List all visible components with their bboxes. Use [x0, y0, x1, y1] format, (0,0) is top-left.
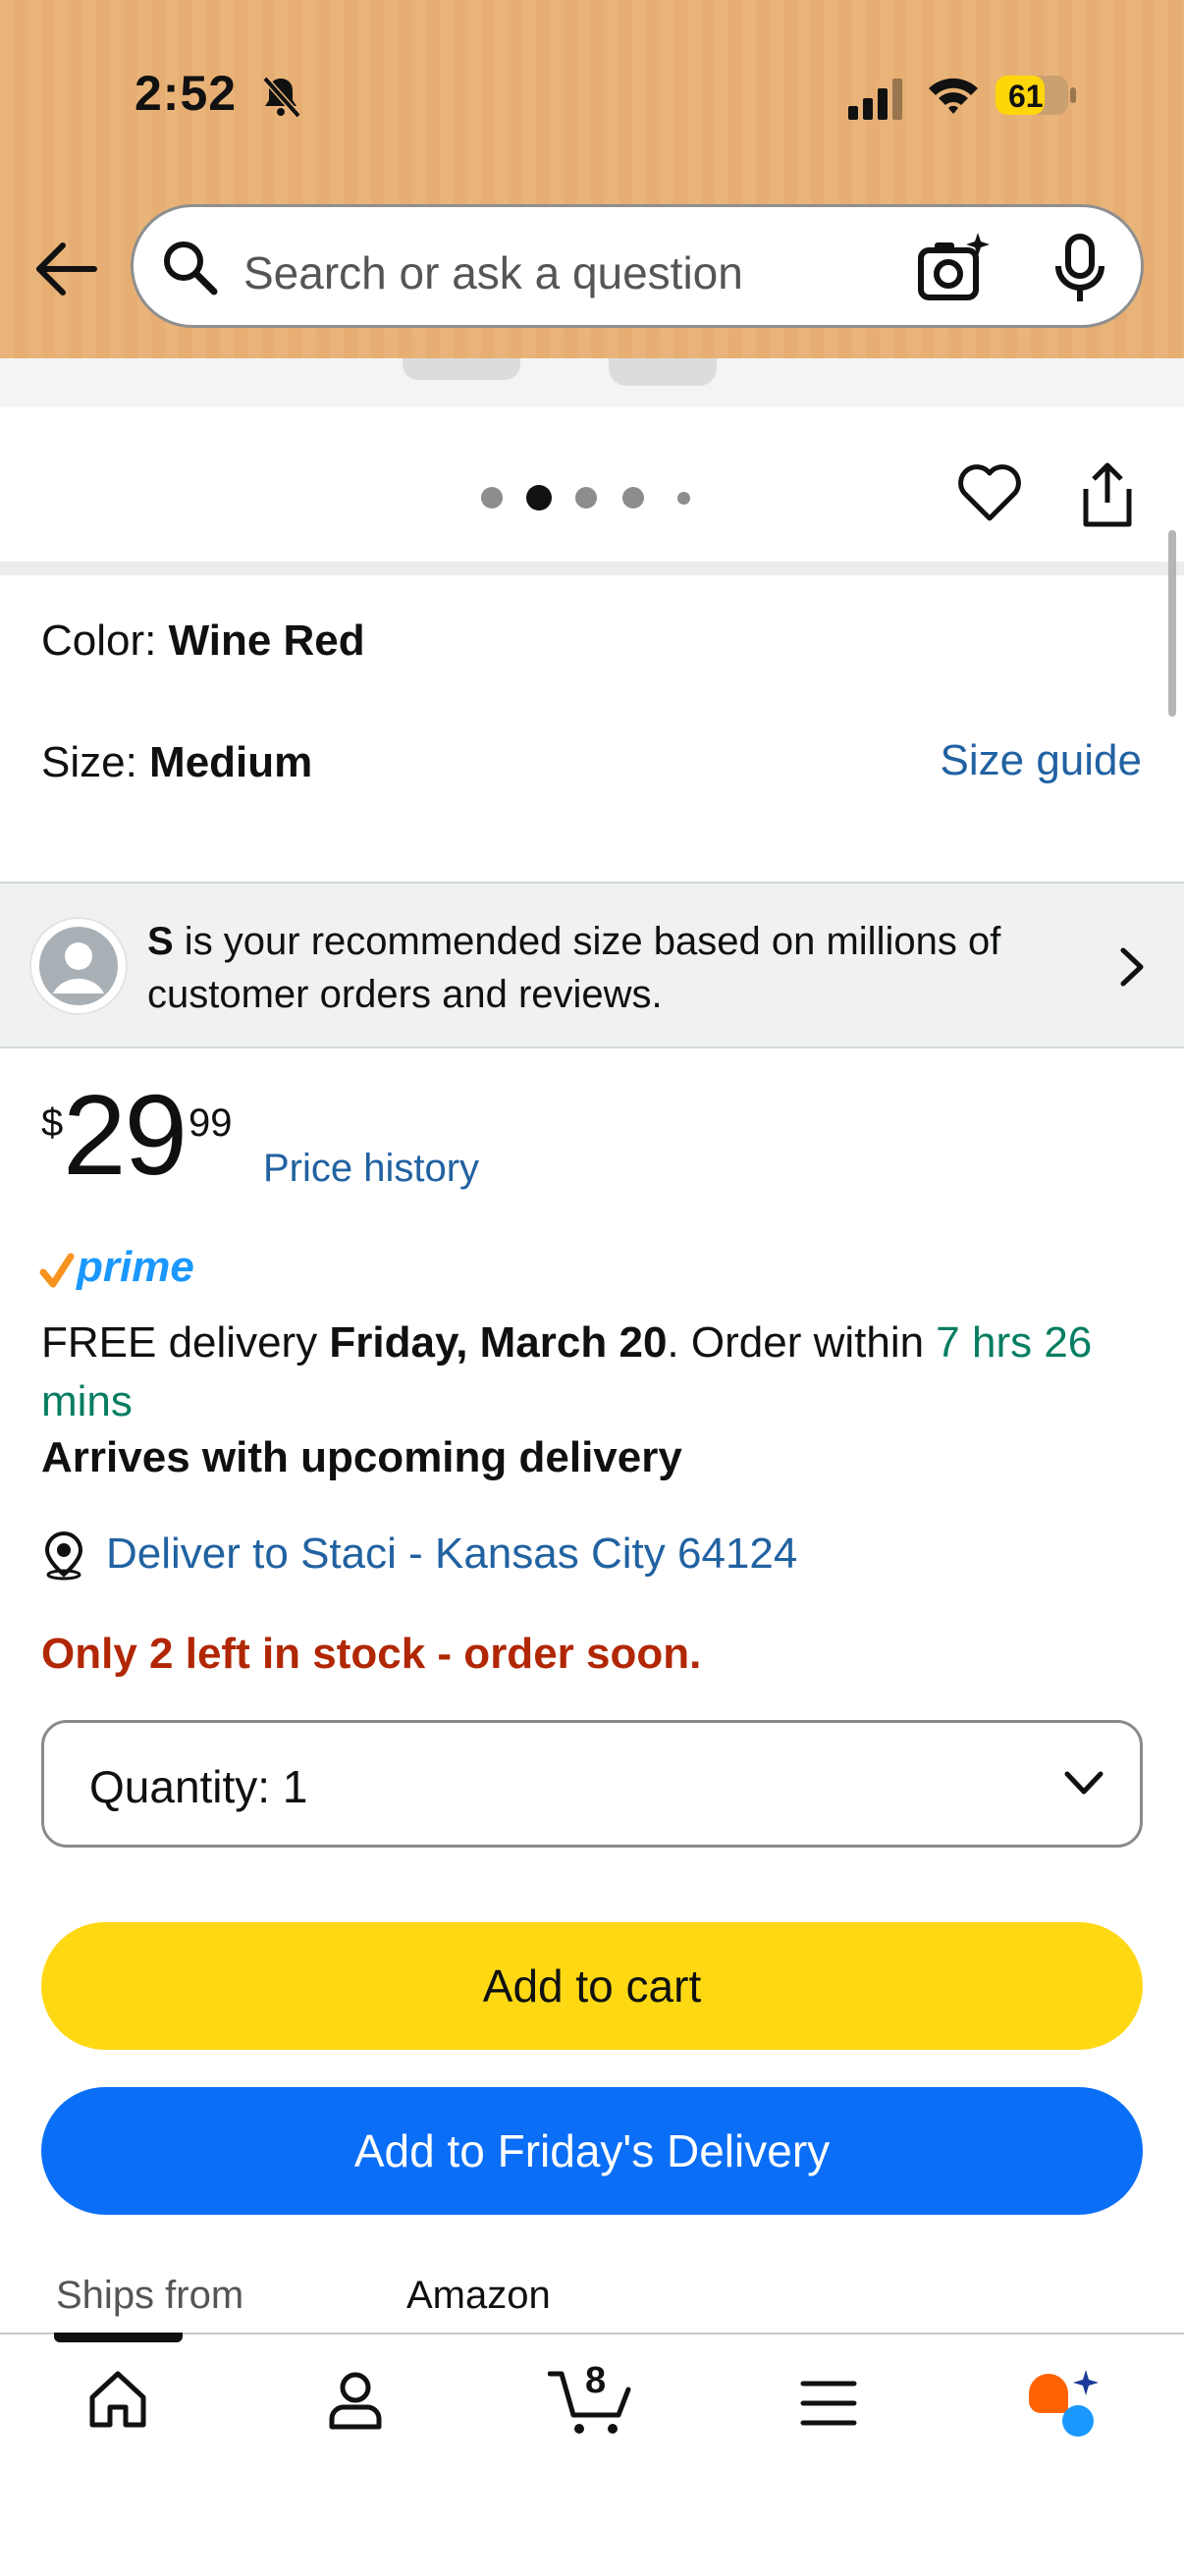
- rufus-assistant-icon[interactable]: [1021, 2368, 1103, 2442]
- color-value: Wine Red: [168, 617, 365, 665]
- ships-from-label: Ships from: [56, 2274, 244, 2317]
- recommendation-text: S is your recommended size based on mill…: [147, 915, 1050, 1021]
- share-icon[interactable]: [1078, 459, 1137, 530]
- recommended-size: S: [147, 920, 174, 963]
- bell-muted-icon: [262, 76, 301, 119]
- pagination-dot[interactable]: [677, 492, 690, 505]
- delivery-message: FREE delivery Friday, March 20. Order wi…: [41, 1314, 1151, 1431]
- size-label: Size:: [41, 738, 150, 786]
- pagination-dot-active[interactable]: [526, 485, 552, 510]
- color-variation: Color: Wine Red: [41, 617, 365, 666]
- battery-level: 61: [1008, 79, 1044, 114]
- camera-search-icon[interactable]: [915, 229, 994, 307]
- microphone-icon[interactable]: [1049, 233, 1111, 305]
- prime-label: prime: [77, 1243, 194, 1291]
- menu-icon[interactable]: [799, 2376, 858, 2431]
- recommendation-message: is your recommended size based on millio…: [147, 920, 1001, 1016]
- arrives-note: Arrives with upcoming delivery: [41, 1433, 682, 1481]
- pagination-dot[interactable]: [622, 487, 644, 509]
- wifi-icon: [929, 78, 978, 114]
- chevron-right-icon: [1120, 947, 1144, 987]
- delivery-prefix: FREE delivery: [41, 1318, 330, 1367]
- add-to-cart-button[interactable]: Add to cart: [41, 1922, 1143, 2050]
- product-image-peek: [609, 358, 717, 386]
- scrollbar[interactable]: [1168, 530, 1176, 717]
- ships-from-value: Amazon: [406, 2274, 551, 2317]
- user-avatar-icon: [39, 927, 118, 1005]
- size-recommendation-banner[interactable]: S is your recommended size based on mill…: [0, 882, 1184, 1048]
- quantity-select[interactable]: Quantity: 1: [41, 1720, 1143, 1848]
- cellular-signal-icon: [848, 79, 902, 120]
- delivery-date: Friday, March 20: [329, 1318, 668, 1367]
- size-value: Medium: [149, 738, 313, 786]
- search-bar[interactable]: Search or ask a question: [131, 204, 1144, 328]
- battery-indicator: 61: [995, 75, 1077, 116]
- pagination-dot[interactable]: [481, 487, 503, 509]
- price-history-link[interactable]: Price history: [263, 1147, 479, 1191]
- stock-status: Only 2 left in stock - order soon.: [41, 1630, 702, 1678]
- app-header: 2:52 61 Search or ask a question: [0, 0, 1184, 358]
- add-to-delivery-button[interactable]: Add to Friday's Delivery: [41, 2087, 1143, 2215]
- price-whole: 29: [63, 1071, 188, 1199]
- chevron-down-icon: [1064, 1771, 1103, 1795]
- search-icon: [164, 242, 218, 295]
- delivery-middle: . Order within: [667, 1318, 937, 1367]
- color-label: Color:: [41, 617, 169, 665]
- price-fraction: 99: [188, 1101, 233, 1145]
- heart-icon[interactable]: [955, 461, 1024, 524]
- location-pin-icon: [44, 1530, 83, 1581]
- active-tab-indicator: [54, 2333, 183, 2342]
- home-icon[interactable]: [86, 2368, 149, 2431]
- size-guide-link[interactable]: Size guide: [941, 736, 1142, 785]
- section-divider: [0, 562, 1184, 575]
- search-input[interactable]: Search or ask a question: [243, 246, 743, 299]
- price-currency: $: [41, 1101, 64, 1145]
- product-image-strip[interactable]: [0, 358, 1184, 407]
- pagination-dot[interactable]: [575, 487, 597, 509]
- deliver-to-link[interactable]: Deliver to Staci - Kansas City 64124: [106, 1530, 797, 1579]
- quantity-label: Quantity: 1: [89, 1761, 308, 1812]
- cart-count-badge: 8: [585, 2360, 607, 2401]
- back-arrow-icon[interactable]: [31, 240, 100, 298]
- size-variation[interactable]: Size: Medium: [41, 738, 312, 787]
- account-icon[interactable]: [324, 2368, 387, 2431]
- status-time: 2:52: [135, 66, 238, 121]
- product-image-peek: [403, 358, 520, 380]
- avatar: [31, 919, 126, 1013]
